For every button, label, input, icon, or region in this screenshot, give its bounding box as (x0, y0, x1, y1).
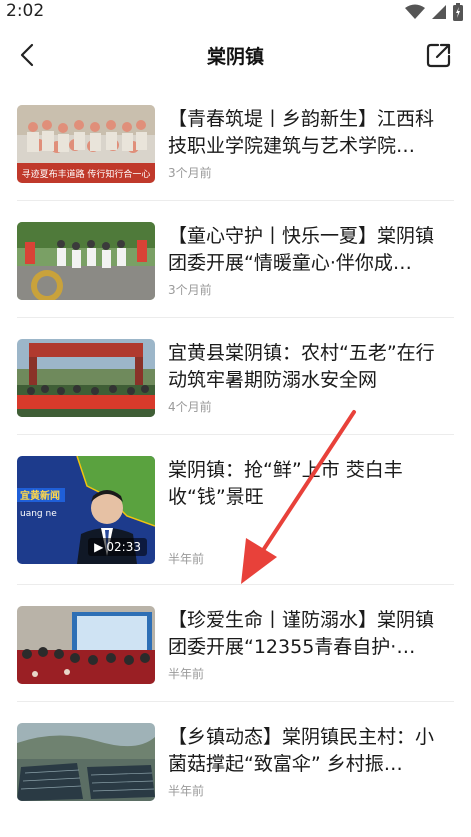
red-pointer-arrow-icon (241, 410, 356, 584)
